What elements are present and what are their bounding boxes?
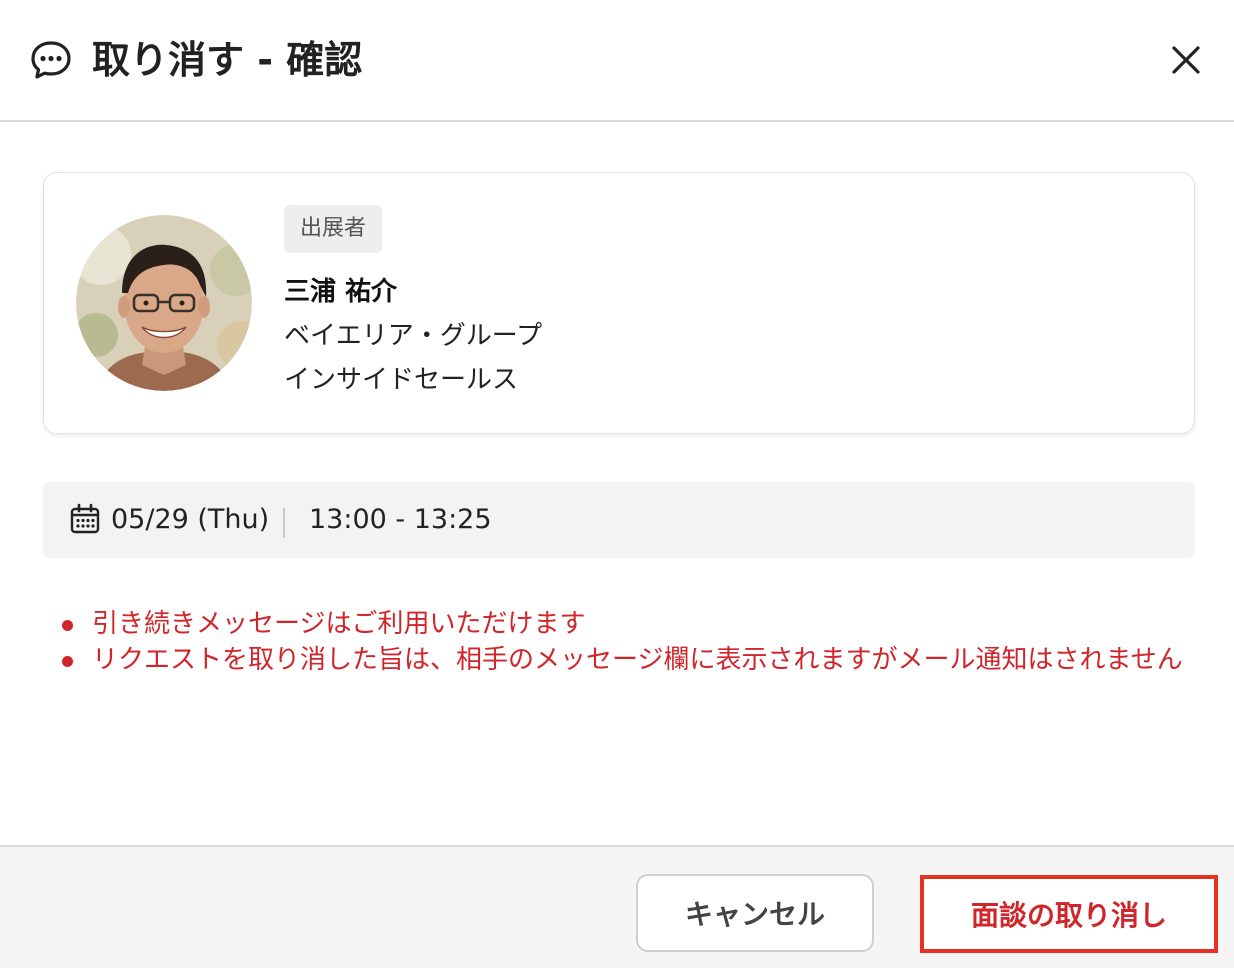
person-company: ベイエリア・グループ [284,321,543,351]
close-icon[interactable] [1164,38,1208,82]
notice-item: 引き続きメッセージはご利用いただけます [58,606,1198,642]
dialog-header: 取り消す - 確認 [0,0,1234,122]
dialog-title: 取り消す - 確認 [92,38,363,82]
calendar-icon [70,503,100,534]
chat-bubble-icon [31,41,71,79]
notice-list: 引き続きメッセージはご利用いただけます リクエストを取り消した旨は、相手のメッセ… [58,606,1198,678]
cancel-meeting-button[interactable]: 面談の取り消し [920,875,1218,953]
schedule-date: 05/29 (Thu) [111,504,270,535]
person-name: 三浦 祐介 [284,277,398,307]
avatar [76,215,252,391]
cancel-button[interactable]: キャンセル [636,874,874,952]
schedule-bar: 05/29 (Thu) 13:00 - 13:25 [43,482,1195,558]
schedule-time: 13:00 - 13:25 [309,504,492,535]
dialog-footer: キャンセル 面談の取り消し [0,845,1234,968]
notice-item: リクエストを取り消した旨は、相手のメッセージ欄に表示されますがメール通知はされま… [58,642,1198,678]
schedule-divider [283,508,285,538]
profile-card: 出展者 三浦 祐介 ベイエリア・グループ インサイドセールス [43,172,1195,434]
cancel-confirm-dialog: 取り消す - 確認 出展者 三浦 祐介 ベイエリア・グループ インサイドセールス… [0,0,1234,968]
person-department: インサイドセールス [284,365,519,395]
role-badge: 出展者 [284,205,383,253]
